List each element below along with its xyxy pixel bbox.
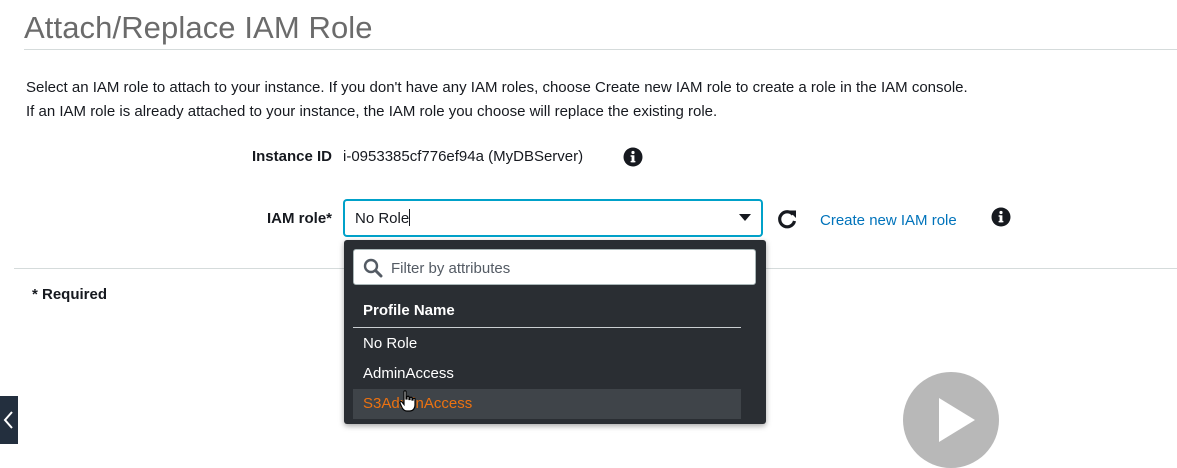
hand-pointer-icon xyxy=(399,390,416,412)
column-header-divider xyxy=(353,327,741,328)
page-description: Select an IAM role to attach to your ins… xyxy=(26,76,968,124)
filter-input[interactable] xyxy=(389,250,753,286)
profile-name-column-header: Profile Name xyxy=(363,302,455,319)
filter-box[interactable] xyxy=(353,249,756,286)
iam-role-select-value: No Role xyxy=(355,209,411,227)
instance-id-label: Instance ID xyxy=(251,148,332,165)
info-icon[interactable] xyxy=(623,147,643,167)
option-admin-access[interactable]: AdminAccess xyxy=(353,359,741,389)
title-divider xyxy=(24,49,1177,50)
play-icon xyxy=(939,398,975,442)
info-icon[interactable] xyxy=(991,207,1011,227)
required-note: * Required xyxy=(32,286,108,303)
chevron-left-icon xyxy=(3,411,13,429)
description-line-2: If an IAM role is already attached to yo… xyxy=(26,103,718,120)
iam-role-select[interactable]: No Role xyxy=(344,200,762,236)
refresh-icon[interactable] xyxy=(776,208,798,230)
iam-role-label: IAM role* xyxy=(266,210,332,227)
back-button[interactable] xyxy=(0,396,18,444)
caret-down-icon[interactable] xyxy=(739,214,751,222)
option-no-role[interactable]: No Role xyxy=(353,329,741,359)
description-line-1: Select an IAM role to attach to your ins… xyxy=(26,79,968,96)
create-new-iam-role-link[interactable]: Create new IAM role xyxy=(820,212,957,229)
instance-id-value: i-0953385cf776ef94a (MyDBServer) xyxy=(343,148,584,165)
search-icon xyxy=(363,258,383,278)
play-button[interactable] xyxy=(903,372,999,468)
text-caret xyxy=(409,209,411,226)
page-title: Attach/Replace IAM Role xyxy=(24,10,373,45)
